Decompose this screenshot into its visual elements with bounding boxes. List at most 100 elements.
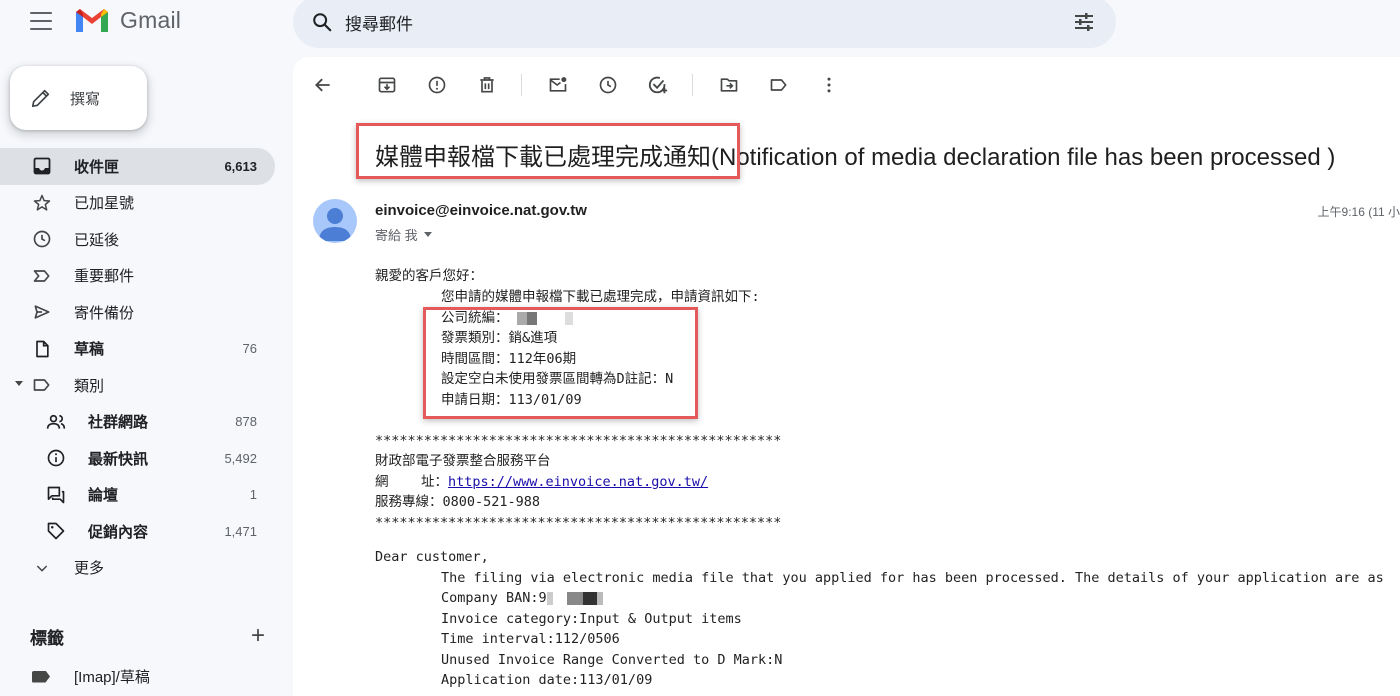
- recipient-details[interactable]: 寄給 我: [375, 225, 432, 244]
- sidebar-item-promotions[interactable]: 促銷內容 1,471: [0, 513, 275, 550]
- body-line: The filing via electronic media file tha…: [441, 570, 1384, 586]
- subject-highlight-box: [356, 123, 740, 179]
- main-menu-button[interactable]: [30, 12, 52, 30]
- add-to-tasks-icon[interactable]: [646, 73, 670, 97]
- email-toolbar: [293, 57, 1400, 113]
- label-icon: [32, 375, 52, 395]
- sidebar-item-starred[interactable]: 已加星號: [0, 185, 275, 222]
- avatar[interactable]: [313, 199, 357, 243]
- redacted-block: [582, 591, 597, 605]
- sidebar-item-social[interactable]: 社群網路 878: [0, 404, 275, 441]
- star-icon: [32, 193, 52, 213]
- body-line: ****************************************…: [375, 433, 782, 449]
- sidebar-item-count: 1,471: [224, 523, 257, 539]
- toolbar-divider: [692, 74, 693, 96]
- search-input[interactable]: 搜尋郵件: [345, 10, 1072, 35]
- search-bar[interactable]: 搜尋郵件: [293, 0, 1116, 48]
- sidebar-item-label: 收件匣: [74, 158, 120, 176]
- body-line: Unused Invoice Range Converted to D Mark…: [441, 652, 783, 668]
- archive-icon[interactable]: [375, 73, 399, 97]
- sidebar-item-label: 社群網路: [88, 414, 149, 432]
- person-icon: [319, 208, 351, 241]
- gmail-m-icon: [76, 9, 108, 32]
- body-line: Company BAN:9: [375, 588, 603, 608]
- tag-icon: [46, 521, 66, 541]
- mark-unread-icon[interactable]: [546, 73, 570, 97]
- chevron-down-icon: [32, 558, 52, 578]
- sidebar-item-count: 878: [235, 414, 257, 430]
- search-icon[interactable]: [311, 11, 333, 33]
- company-ban: Company BAN:9: [441, 590, 547, 606]
- url-label: 網 址：: [375, 474, 449, 490]
- report-spam-icon[interactable]: [425, 73, 449, 97]
- sender-email[interactable]: einvoice@einvoice.nat.gov.tw: [375, 202, 587, 219]
- expand-caret-icon[interactable]: [15, 381, 23, 386]
- compose-button[interactable]: 撰寫: [10, 66, 147, 130]
- compose-label: 撰寫: [70, 90, 101, 108]
- email-view: 媒體申報檔下載已處理完成通知(Notification of media dec…: [293, 57, 1400, 696]
- draft-icon: [32, 339, 52, 359]
- inbox-icon: [32, 156, 52, 176]
- label-tag-icon: [32, 670, 50, 683]
- sidebar-item-important[interactable]: 重要郵件: [0, 258, 275, 295]
- body-line: 您申請的媒體申報檔下載已處理完成，申請資訊如下:: [441, 289, 760, 305]
- redacted-block: [596, 591, 603, 605]
- body-line: 網 址：https://www.einvoice.nat.gov.tw/: [375, 472, 708, 492]
- sidebar-item-inbox[interactable]: 收件匣 6,613: [0, 148, 275, 185]
- more-options-icon[interactable]: [817, 73, 841, 97]
- body-line: Time interval:112/0506: [441, 631, 620, 647]
- redacted-block: [566, 591, 583, 605]
- send-icon: [32, 302, 52, 322]
- add-label-button[interactable]: +: [251, 622, 265, 650]
- sidebar-item-label: 寄件備份: [74, 304, 135, 322]
- sidebar-item-label: 已延後: [74, 231, 120, 249]
- move-to-icon[interactable]: [717, 73, 741, 97]
- label-as-icon[interactable]: [767, 73, 791, 97]
- toolbar-divider: [521, 74, 522, 96]
- sidebar-item-count: 5,492: [224, 450, 257, 466]
- sidebar-item-label: 重要郵件: [74, 268, 135, 286]
- pencil-icon: [31, 89, 50, 108]
- labels-title: 標籤: [30, 628, 64, 648]
- email-timestamp: 上午9:16 (11 小: [1317, 205, 1400, 219]
- sidebar-item-count: 76: [242, 341, 257, 357]
- details-highlight-box: [423, 307, 698, 419]
- sidebar-item-forums[interactable]: 論壇 1: [0, 477, 275, 514]
- people-icon: [46, 412, 66, 432]
- redacted-block: [546, 591, 553, 605]
- search-options-icon[interactable]: [1072, 10, 1096, 34]
- labels-section-header: 標籤 +: [30, 622, 265, 650]
- sidebar-item-updates[interactable]: 最新快訊 5,492: [0, 440, 275, 477]
- einvoice-link[interactable]: https://www.einvoice.nat.gov.tw/: [448, 474, 708, 490]
- recipient-label: 寄給 我: [375, 228, 418, 243]
- sidebar-item-more[interactable]: 更多: [0, 550, 275, 587]
- body-line: 財政部電子發票整合服務平台: [375, 453, 551, 469]
- sidebar-item-snoozed[interactable]: 已延後: [0, 221, 275, 258]
- body-line: Application date:113/01/09: [441, 672, 653, 688]
- info-icon: [46, 448, 66, 468]
- back-arrow-icon[interactable]: [311, 73, 335, 97]
- body-line: Invoice category:Input & Output items: [441, 611, 742, 627]
- sidebar-item-drafts[interactable]: 草稿 76: [0, 331, 275, 368]
- app-name: Gmail: [120, 6, 182, 33]
- sidebar-item-label: 草稿: [74, 341, 105, 359]
- sidebar-item-label: 更多: [74, 560, 105, 578]
- sidebar-item-sent[interactable]: 寄件備份: [0, 294, 275, 331]
- delete-icon[interactable]: [475, 73, 499, 97]
- sidebar-item-label: 類別: [74, 377, 105, 395]
- sidebar-item-label: 已加星號: [74, 195, 135, 213]
- sidebar-item-count: 1: [249, 487, 257, 503]
- forum-icon: [46, 485, 66, 505]
- body-line: 親愛的客戶您好：: [375, 268, 483, 284]
- sidebar-item-count: 6,613: [224, 158, 257, 174]
- sidebar-item-label: 促銷內容: [88, 523, 149, 541]
- sidebar-item-categories[interactable]: 類別: [0, 367, 275, 404]
- important-icon: [32, 266, 52, 286]
- gmail-logo[interactable]: Gmail: [74, 6, 181, 34]
- sidebar-item-label: 最新快訊: [88, 450, 149, 468]
- body-line: Dear customer,: [375, 549, 489, 565]
- sidebar-label-imap-drafts[interactable]: [Imap]/草稿: [32, 666, 150, 687]
- body-line: 服務專線：0800-521-988: [375, 494, 541, 510]
- body-line: ****************************************…: [375, 515, 782, 531]
- snooze-icon[interactable]: [596, 73, 620, 97]
